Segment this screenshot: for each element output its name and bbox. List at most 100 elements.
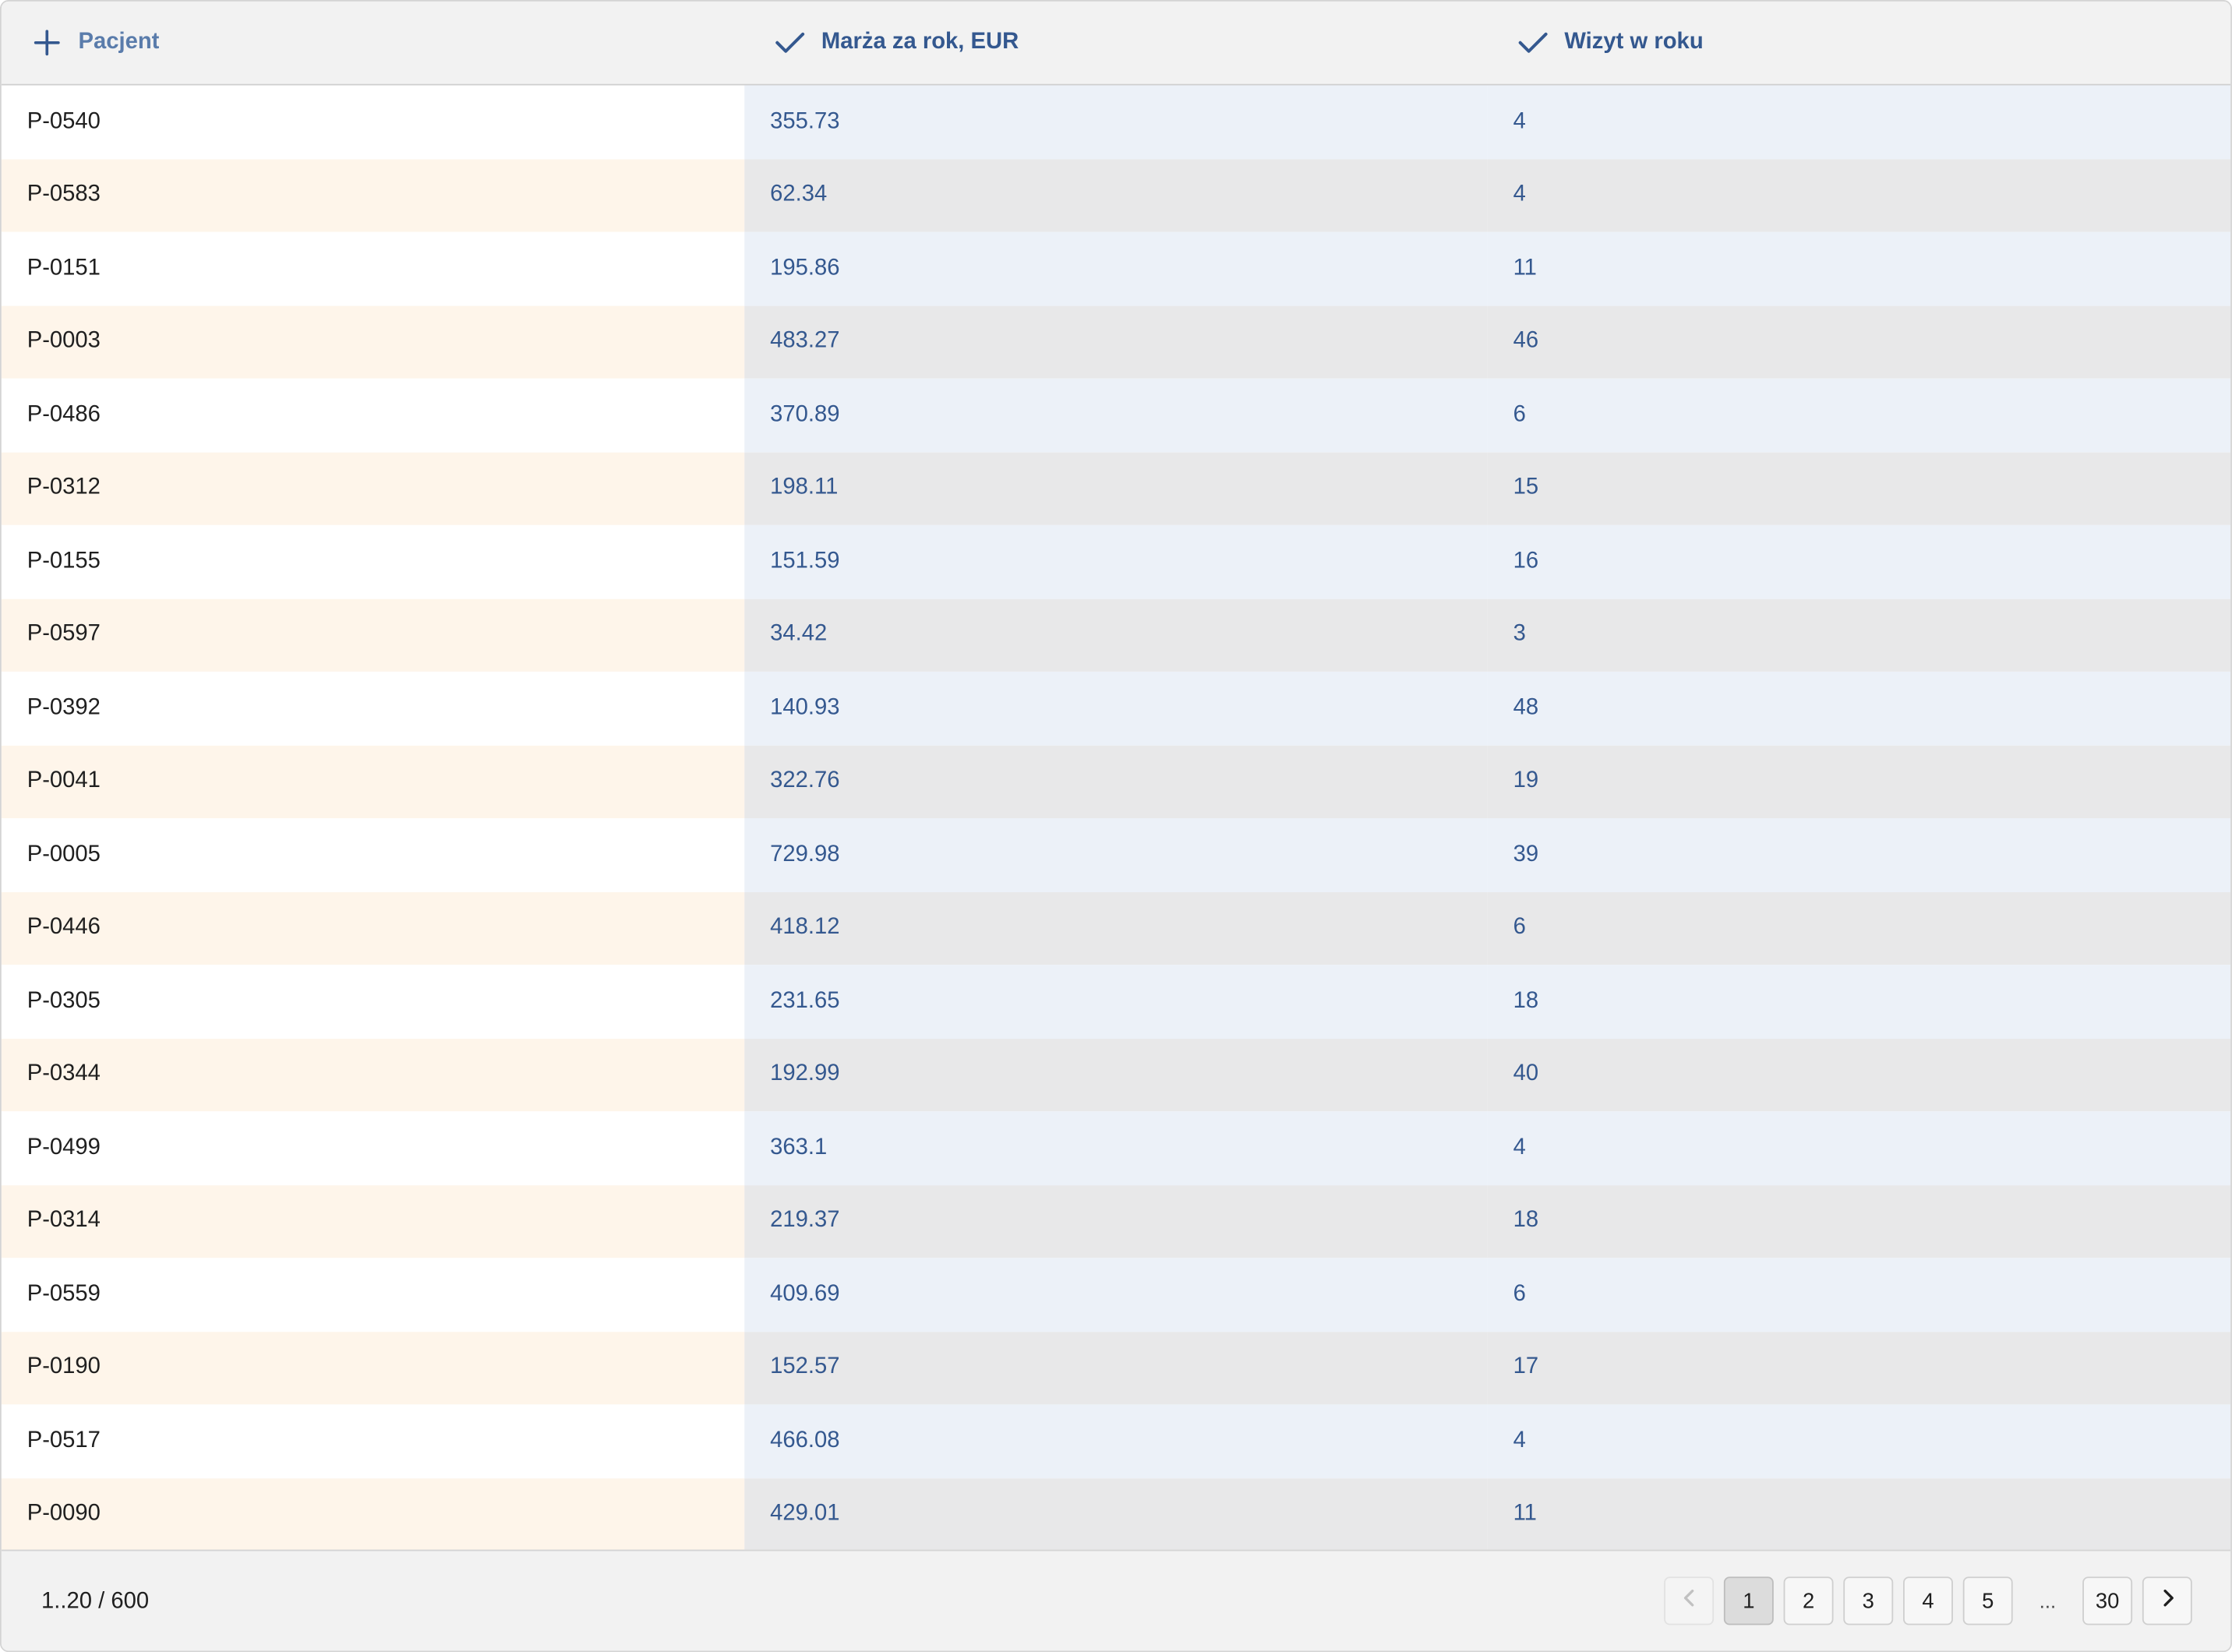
table-row[interactable]: P-0540 355.73 4 [1,85,2231,159]
cell-patient[interactable]: P-0486 [1,378,745,452]
plus-icon[interactable] [30,26,64,60]
table-row[interactable]: P-0041 322.76 19 [1,744,2231,819]
cell-margin[interactable]: 429.01 [744,1477,1488,1551]
cell-visits[interactable]: 19 [1487,744,2231,819]
page-button-1[interactable]: 1 [1723,1576,1774,1626]
table-row[interactable]: P-0190 152.57 17 [1,1331,2231,1405]
cell-visits[interactable]: 4 [1487,85,2231,159]
table-row[interactable]: P-0392 140.93 48 [1,671,2231,745]
cell-visits[interactable]: 15 [1487,451,2231,525]
cell-visits[interactable]: 11 [1487,1477,2231,1551]
table-row[interactable]: P-0314 219.37 18 [1,1184,2231,1258]
cell-margin[interactable]: 483.27 [744,305,1488,379]
page-button-3[interactable]: 3 [1843,1576,1894,1626]
cell-visits[interactable]: 4 [1487,1404,2231,1478]
table-row[interactable]: P-0003 483.27 46 [1,305,2231,379]
cell-margin[interactable]: 466.08 [744,1404,1488,1478]
cell-visits[interactable]: 6 [1487,1258,2231,1332]
cell-patient[interactable]: P-0517 [1,1404,745,1478]
cell-visits[interactable]: 6 [1487,891,2231,965]
next-page-button[interactable] [2142,1576,2192,1626]
cell-visits[interactable]: 17 [1487,1331,2231,1405]
table-row[interactable]: P-0486 370.89 6 [1,378,2231,452]
cell-visits[interactable]: 16 [1487,524,2231,598]
cell-visits[interactable]: 3 [1487,598,2231,672]
cell-margin[interactable]: 195.86 [744,231,1488,305]
cell-visits[interactable]: 4 [1487,158,2231,232]
cell-patient[interactable]: P-0559 [1,1258,745,1332]
cell-patient[interactable]: P-0446 [1,891,745,965]
column-header-label: Marża za rok, EUR [821,30,1019,55]
column-header-label: Pacjent [78,30,160,55]
cell-visits[interactable]: 48 [1487,671,2231,745]
cell-patient[interactable]: P-0005 [1,818,745,892]
cell-margin[interactable]: 152.57 [744,1331,1488,1405]
grid-body: P-0540 355.73 4 P-0583 62.34 4 P-0151 195.86 11 P… [1,85,2231,1551]
cell-patient[interactable]: P-0305 [1,965,745,1039]
cell-visits[interactable]: 39 [1487,818,2231,892]
cell-visits[interactable]: 4 [1487,1111,2231,1185]
table-row[interactable]: P-0597 34.42 3 [1,598,2231,672]
cell-visits[interactable]: 46 [1487,305,2231,379]
cell-patient[interactable]: P-0312 [1,451,745,525]
cell-margin[interactable]: 151.59 [744,524,1488,598]
table-row[interactable]: P-0559 409.69 6 [1,1258,2231,1332]
column-header-patient[interactable]: Pacjent [30,2,159,84]
row-range-label: 1..20 / 600 [41,1588,150,1613]
table-row[interactable]: P-0005 729.98 39 [1,818,2231,892]
cell-visits[interactable]: 11 [1487,231,2231,305]
cell-patient[interactable]: P-0090 [1,1477,745,1551]
table-row[interactable]: P-0499 363.1 4 [1,1111,2231,1185]
cell-patient[interactable]: P-0392 [1,671,745,745]
cell-visits[interactable]: 18 [1487,1184,2231,1258]
page-button-2[interactable]: 2 [1783,1576,1834,1626]
cell-margin[interactable]: 62.34 [744,158,1488,232]
chevron-right-icon [2157,1588,2177,1614]
cell-margin[interactable]: 322.76 [744,744,1488,819]
table-row[interactable]: P-0090 429.01 11 [1,1477,2231,1551]
cell-margin[interactable]: 370.89 [744,378,1488,452]
cell-margin[interactable]: 409.69 [744,1258,1488,1332]
data-grid: Pacjent Marża za rok, EUR Wizyt w roku P… [0,0,2232,1652]
prev-page-button[interactable] [1664,1576,1715,1626]
cell-patient[interactable]: P-0597 [1,598,745,672]
page-button-last[interactable]: 30 [2082,1576,2133,1626]
cell-margin[interactable]: 363.1 [744,1111,1488,1185]
cell-margin[interactable]: 140.93 [744,671,1488,745]
check-icon [773,26,807,60]
cell-margin[interactable]: 34.42 [744,598,1488,672]
cell-patient[interactable]: P-0499 [1,1111,745,1185]
cell-margin[interactable]: 231.65 [744,965,1488,1039]
cell-patient[interactable]: P-0155 [1,524,745,598]
table-row[interactable]: P-0312 198.11 15 [1,451,2231,525]
check-icon [1516,26,1550,60]
table-row[interactable]: P-0155 151.59 16 [1,524,2231,598]
cell-patient[interactable]: P-0540 [1,85,745,159]
cell-patient[interactable]: P-0583 [1,158,745,232]
column-header-margin[interactable]: Marża za rok, EUR [773,2,1019,84]
cell-margin[interactable]: 418.12 [744,891,1488,965]
page-button-5[interactable]: 5 [1962,1576,2013,1626]
table-row[interactable]: P-0446 418.12 6 [1,891,2231,965]
table-row[interactable]: P-0344 192.99 40 [1,1038,2231,1112]
cell-patient[interactable]: P-0151 [1,231,745,305]
cell-patient[interactable]: P-0041 [1,744,745,819]
column-header-visits[interactable]: Wizyt w roku [1516,2,1704,84]
table-row[interactable]: P-0517 466.08 4 [1,1404,2231,1478]
cell-margin[interactable]: 192.99 [744,1038,1488,1112]
cell-visits[interactable]: 6 [1487,378,2231,452]
cell-patient[interactable]: P-0344 [1,1038,745,1112]
cell-patient[interactable]: P-0314 [1,1184,745,1258]
cell-patient[interactable]: P-0190 [1,1331,745,1405]
cell-margin[interactable]: 355.73 [744,85,1488,159]
cell-margin[interactable]: 729.98 [744,818,1488,892]
cell-margin[interactable]: 198.11 [744,451,1488,525]
page-button-4[interactable]: 4 [1903,1576,1953,1626]
table-row[interactable]: P-0305 231.65 18 [1,965,2231,1039]
cell-visits[interactable]: 40 [1487,1038,2231,1112]
table-row[interactable]: P-0151 195.86 11 [1,231,2231,305]
cell-visits[interactable]: 18 [1487,965,2231,1039]
cell-patient[interactable]: P-0003 [1,305,745,379]
table-row[interactable]: P-0583 62.34 4 [1,158,2231,232]
cell-margin[interactable]: 219.37 [744,1184,1488,1258]
